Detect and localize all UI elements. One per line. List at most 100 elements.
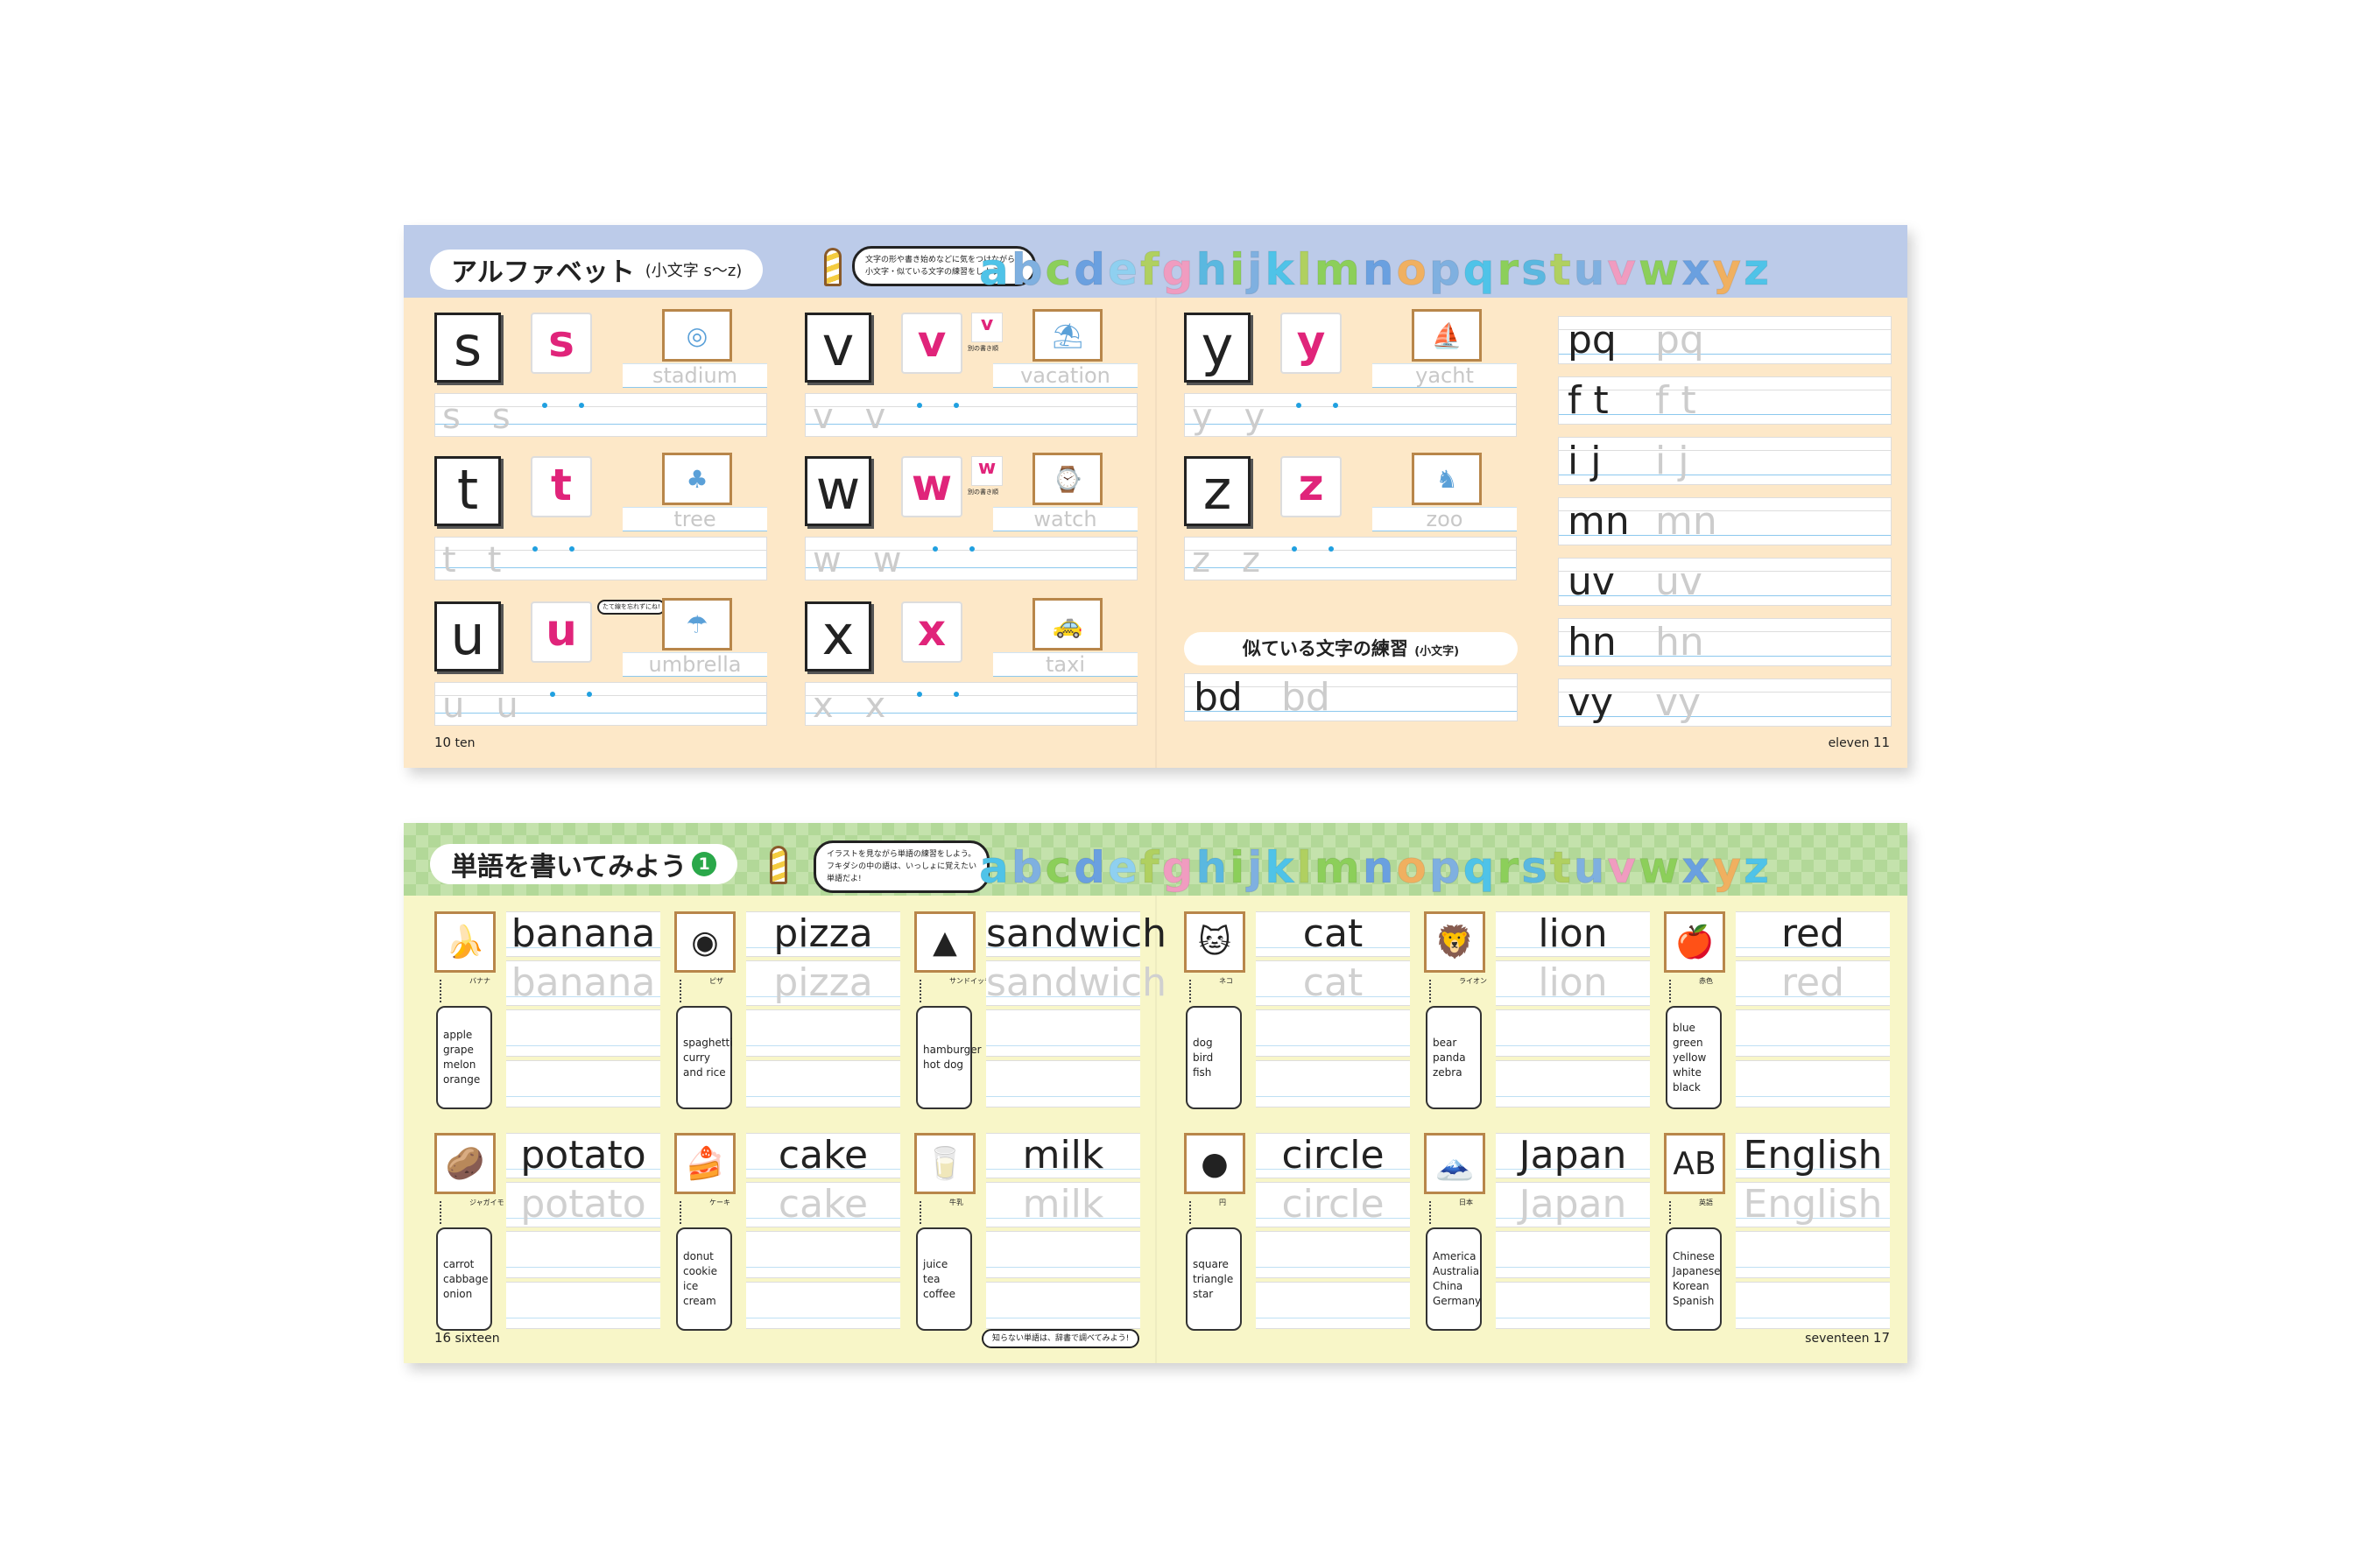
practice-line[interactable]: tt (434, 537, 767, 580)
writing-line[interactable] (506, 1282, 660, 1329)
letter-cell-u: u u たて線を忘れずにね! ☂ umbrella uu (434, 598, 767, 728)
page-number-left: 10 ten (434, 735, 476, 750)
trace-word[interactable]: banana (506, 960, 660, 1006)
trace-word[interactable]: sandwich (986, 960, 1166, 1006)
writing-line[interactable] (1256, 1009, 1410, 1057)
thought-bubble-dots (440, 1201, 450, 1224)
practice-line[interactable]: yy (1184, 393, 1517, 437)
writing-line[interactable] (746, 1060, 900, 1107)
trace-word[interactable]: milk (986, 1182, 1140, 1227)
pair-practice-line[interactable]: vy vy (1558, 679, 1892, 727)
writing-line[interactable] (1256, 1282, 1410, 1329)
japanese-label: ネコ (1219, 977, 1233, 985)
bd-practice-line[interactable]: bd bd (1184, 673, 1518, 721)
alphabet-letter: g (1161, 244, 1195, 296)
speech-line: 単語だよ! (827, 875, 862, 883)
trace-word[interactable]: circle (1256, 1182, 1410, 1227)
writing-line[interactable] (746, 1282, 900, 1329)
writing-line[interactable] (986, 1009, 1140, 1057)
alphabet-letter: c (1045, 244, 1073, 296)
pair-practice-line[interactable]: uv uv (1558, 558, 1892, 606)
word-trace: yacht (1372, 363, 1517, 388)
umbrella-icon: ☂ (662, 598, 732, 650)
pair-practice-line[interactable]: i ji j (1558, 437, 1892, 485)
word-trace: vacation (993, 363, 1138, 388)
practice-line[interactable]: uu (434, 682, 767, 726)
trace-word[interactable]: cake (746, 1182, 900, 1227)
tree-icon: ♣ (662, 453, 732, 505)
writing-line[interactable] (1736, 1060, 1890, 1107)
potato-icon: 🥔 (434, 1133, 496, 1194)
trace-word[interactable]: English (1736, 1182, 1890, 1227)
word-cell-sandwich: ▲ サンドイッチ sandwich sandwich hamburger hot … (914, 911, 1166, 1113)
related-words-bubble: carrot cabbage onion (436, 1227, 492, 1331)
writing-line[interactable] (986, 1231, 1140, 1278)
pair-practice-line[interactable]: pq pq (1558, 316, 1892, 364)
trace-letter: u (496, 686, 518, 726)
writing-line[interactable] (986, 1282, 1140, 1329)
alphabet-letter: z (1744, 244, 1771, 296)
writing-line[interactable] (746, 1231, 900, 1278)
trace-word[interactable]: lion (1496, 960, 1650, 1006)
writing-line[interactable] (1256, 1060, 1410, 1107)
writing-line[interactable] (1736, 1282, 1890, 1329)
writing-line[interactable] (1496, 1231, 1650, 1278)
page-num: 17 (1872, 1330, 1890, 1346)
trace-word[interactable]: pizza (746, 960, 900, 1006)
writing-line[interactable] (1496, 1009, 1650, 1057)
related-word: Spanish (1673, 1295, 1715, 1307)
pair-practice-line[interactable]: hn hn (1558, 618, 1892, 666)
writing-line[interactable] (1256, 1231, 1410, 1278)
word-cell-pizza: ◉ ピザ pizza pizza spaghetti curry and rice (674, 911, 900, 1113)
practice-line[interactable]: vv (805, 393, 1138, 437)
beach-umbrella-icon: ⛱ (1033, 309, 1103, 362)
trace-letter: v (813, 397, 834, 437)
related-word: carrot (443, 1257, 475, 1270)
related-word: Japanese (1673, 1265, 1721, 1277)
red-items-icon: 🍎 (1664, 911, 1725, 973)
practice-line[interactable]: zz (1184, 537, 1517, 580)
letter-card: y (1184, 313, 1251, 383)
start-dot (954, 692, 960, 697)
japanese-label: ケーキ (709, 1199, 730, 1206)
start-dot (569, 546, 575, 552)
mascot-icon (770, 846, 787, 884)
alphabet-letter: l (1296, 244, 1313, 296)
page-word: eleven (1828, 736, 1870, 750)
alphabet-strip: abcdefghijklmnopqrstuvwxyz (979, 244, 1771, 296)
practice-line[interactable]: ww (805, 537, 1138, 580)
pair-practice-line[interactable]: f tf t (1558, 376, 1892, 425)
speech-line: イラストを見ながら単語の練習をしよう。 (827, 850, 976, 859)
practice-line[interactable]: xx (805, 682, 1138, 726)
alphabet-letter: n (1362, 244, 1395, 296)
start-dot (586, 692, 592, 697)
lion-icon: 🦁 (1424, 911, 1485, 973)
trace-word[interactable]: Japan (1496, 1182, 1650, 1227)
practice-line[interactable]: ss (434, 393, 767, 437)
start-dot (549, 692, 555, 697)
pair-model: bd (1194, 675, 1243, 720)
model-word: pizza (746, 911, 900, 957)
writing-line[interactable] (506, 1060, 660, 1107)
alphabet-letter: v (1607, 842, 1637, 894)
alphabet-letter: e (1107, 842, 1138, 894)
alphabet-letter: h (1195, 842, 1229, 894)
related-words-bubble: dog bird fish (1186, 1006, 1242, 1109)
pair-practice-line[interactable]: mn mn (1558, 497, 1892, 545)
related-word: Germany (1433, 1295, 1482, 1307)
related-word: blue (1673, 1021, 1695, 1034)
writing-line[interactable] (1496, 1282, 1650, 1329)
writing-line[interactable] (1496, 1060, 1650, 1107)
trace-word[interactable]: potato (506, 1182, 660, 1227)
writing-line[interactable] (506, 1231, 660, 1278)
trace-word[interactable]: cat (1256, 960, 1410, 1006)
writing-line[interactable] (1736, 1231, 1890, 1278)
trace-word[interactable]: red (1736, 960, 1890, 1006)
writing-line[interactable] (746, 1009, 900, 1057)
writing-line[interactable] (506, 1009, 660, 1057)
alphabet-letter: v (1607, 244, 1637, 296)
writing-line[interactable] (1736, 1009, 1890, 1057)
related-word: Australia (1433, 1265, 1480, 1277)
thought-bubble-dots (680, 980, 690, 1002)
writing-line[interactable] (986, 1060, 1140, 1107)
